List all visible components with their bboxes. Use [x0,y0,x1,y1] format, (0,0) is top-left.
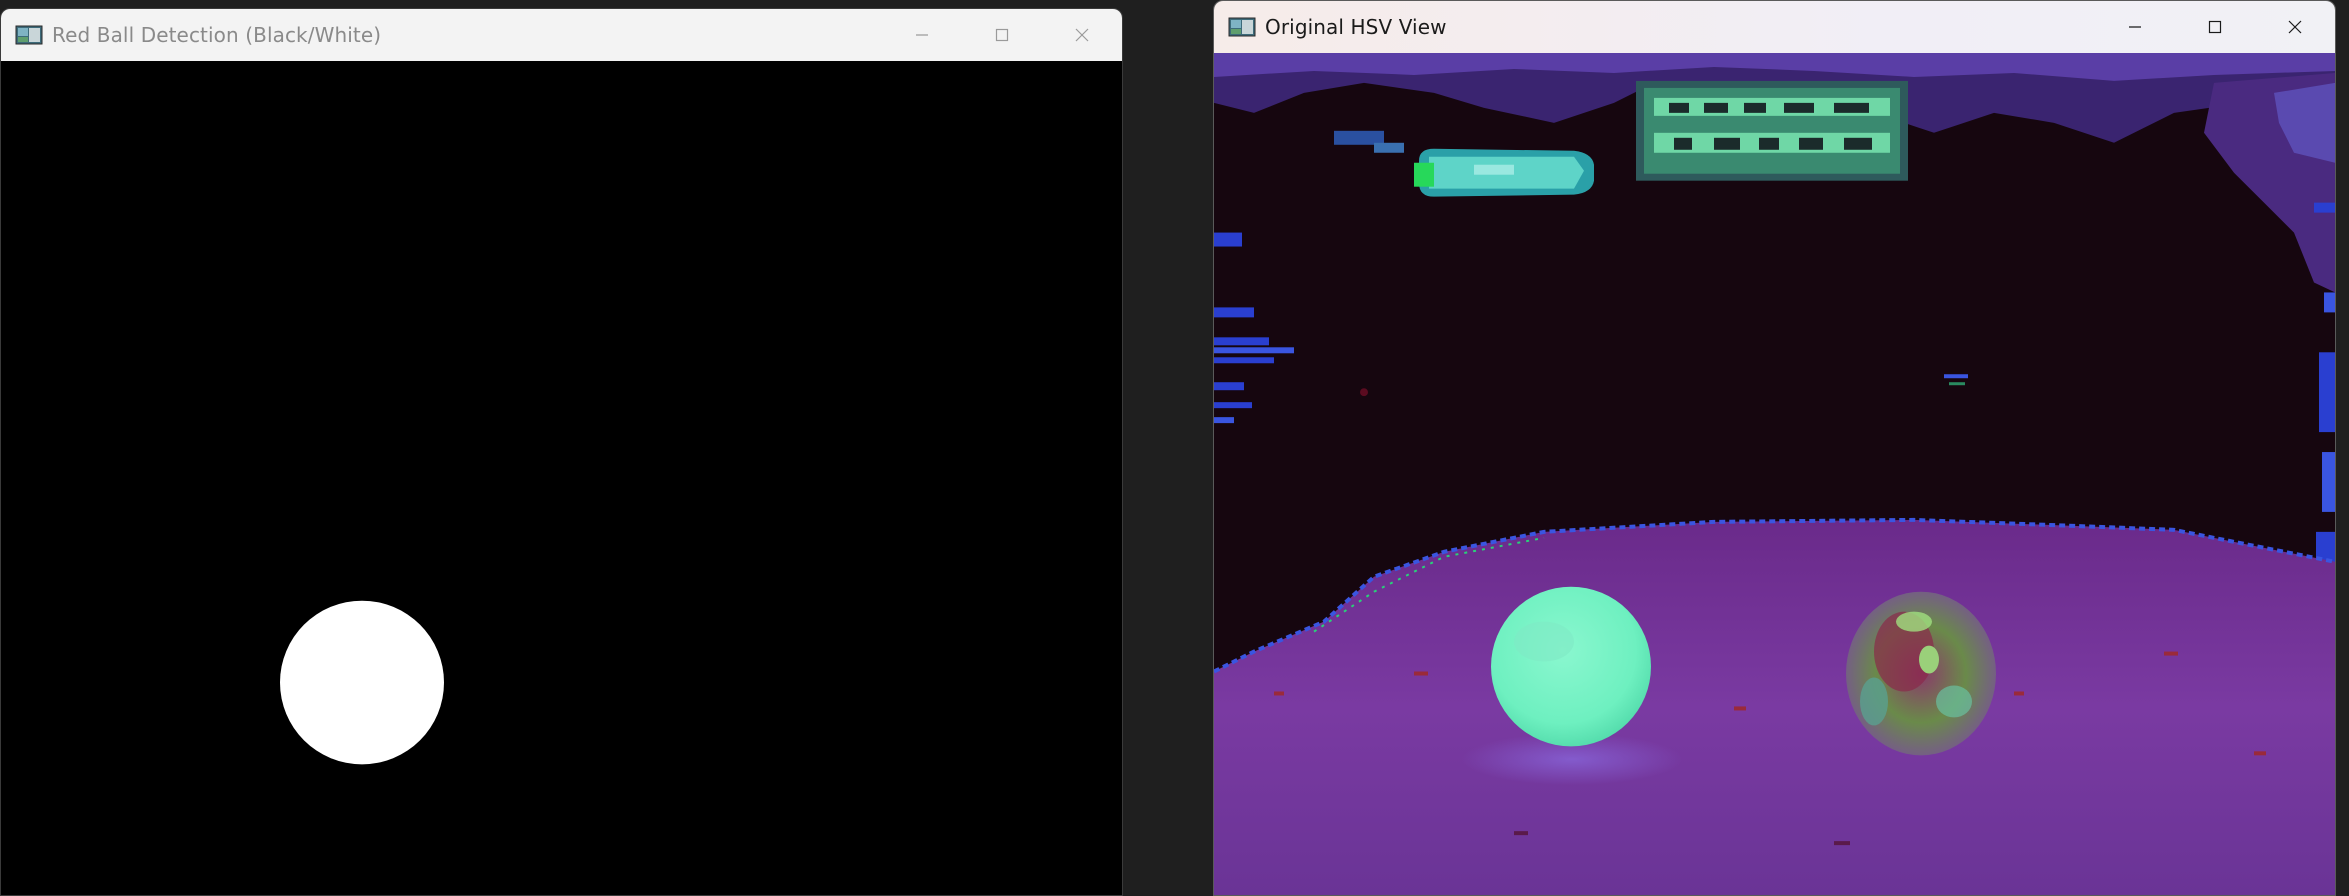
desktop: Red Ball Detection (Black/White) Origina… [0,0,2349,896]
close-button[interactable] [1042,9,1122,61]
mask-image-svg [1,61,1122,895]
maximize-icon [2208,20,2222,34]
hsv-image-svg [1214,53,2335,895]
caption-buttons [2095,1,2335,53]
maximize-icon [995,28,1009,42]
red-ball-hsv [1491,586,1651,747]
titlebar[interactable]: Original HSV View [1214,1,2335,53]
close-button[interactable] [2255,1,2335,53]
minimize-button[interactable] [882,9,962,61]
opencv-window-icon [15,25,43,45]
minimize-icon [2129,26,2141,28]
mask-image [1,61,1122,895]
hsv-image [1214,53,2335,895]
titlebar[interactable]: Red Ball Detection (Black/White) [1,9,1122,61]
close-icon [2288,20,2302,34]
close-icon [1075,28,1089,42]
window-red-ball-detection[interactable]: Red Ball Detection (Black/White) [0,8,1123,896]
caption-buttons [882,9,1122,61]
minimize-icon [916,34,928,36]
opencv-window-icon [1228,17,1256,37]
maximize-button[interactable] [962,9,1042,61]
maximize-button[interactable] [2175,1,2255,53]
detected-ball-blob [280,600,444,765]
window-title: Red Ball Detection (Black/White) [52,23,382,47]
minimize-button[interactable] [2095,1,2175,53]
window-title: Original HSV View [1265,15,1447,39]
window-original-hsv-view[interactable]: Original HSV View [1213,0,2336,896]
